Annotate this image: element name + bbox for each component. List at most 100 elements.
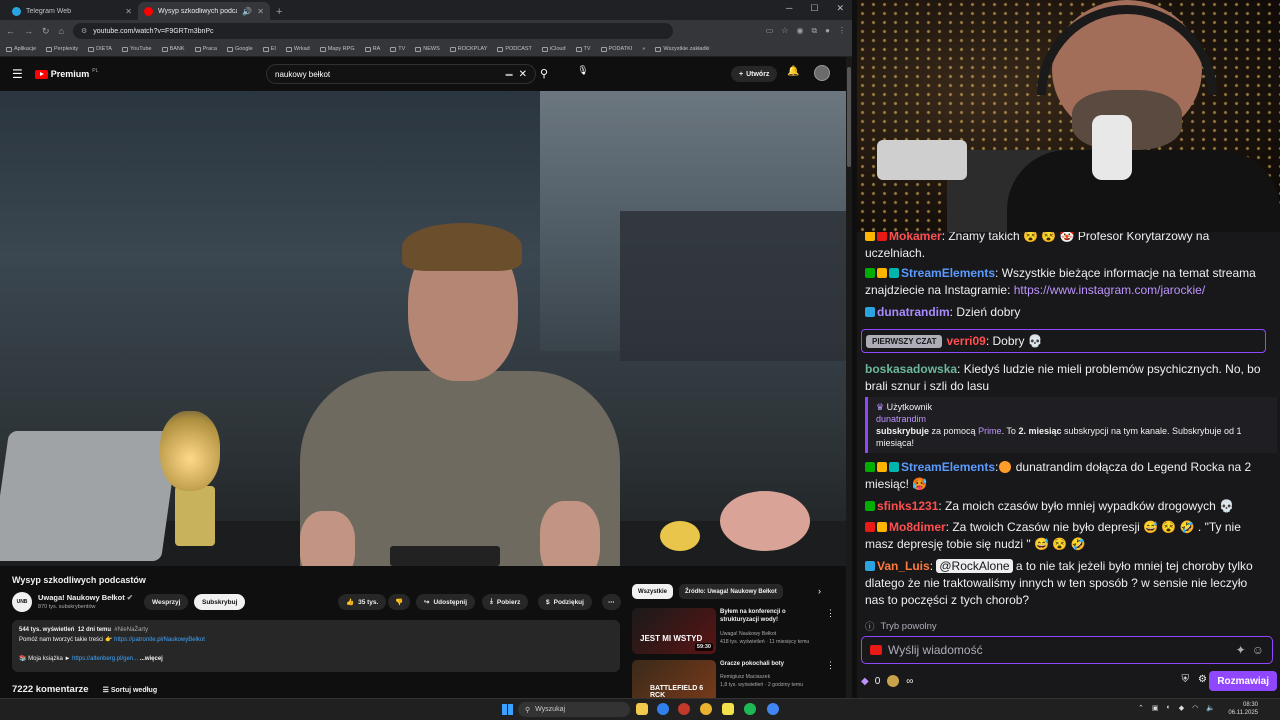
cast-icon[interactable]: ▭ bbox=[766, 26, 774, 36]
dislike-button[interactable]: 👎 bbox=[388, 594, 411, 610]
bookmark-item[interactable]: TV bbox=[390, 46, 405, 52]
forward-icon[interactable]: → bbox=[24, 26, 33, 36]
related-title[interactable]: Byłem na konferencji o strukturyzacji wo… bbox=[720, 608, 820, 624]
more-icon[interactable]: ⋮ bbox=[826, 660, 835, 671]
windows-start-icon[interactable] bbox=[502, 704, 513, 715]
video-player[interactable] bbox=[0, 91, 846, 566]
reload-icon[interactable]: ↻ bbox=[42, 26, 50, 37]
channel-points-icon[interactable]: ◆ bbox=[861, 676, 869, 687]
sort-button[interactable]: ☰ Sortuj według bbox=[103, 686, 158, 694]
channel-name[interactable]: Uwaga! Naukowy Bełkot ✔ bbox=[38, 593, 133, 602]
volume-icon[interactable]: 🔈 bbox=[1206, 704, 1215, 712]
clear-search-icon[interactable]: ✕ bbox=[519, 69, 527, 80]
show-more-button[interactable]: ...więcej bbox=[140, 656, 163, 662]
bookmark-item[interactable]: Praca bbox=[194, 46, 217, 52]
hashtag[interactable]: #NieNaŻarty bbox=[114, 627, 148, 633]
avatar[interactable] bbox=[814, 65, 830, 81]
bookmark-item[interactable]: NEWS bbox=[415, 46, 440, 52]
profile-icon[interactable]: ● bbox=[825, 26, 830, 36]
search-input[interactable]: naukowy bełkot ▬ ✕ bbox=[266, 64, 536, 84]
bookmark-item[interactable]: Perplexity bbox=[46, 46, 78, 52]
bookmark-item[interactable]: TV bbox=[575, 46, 591, 52]
search-icon[interactable]: ⚲ bbox=[540, 67, 548, 80]
chevron-up-icon[interactable]: ⌃ bbox=[1138, 704, 1144, 712]
new-tab-button[interactable]: + bbox=[270, 6, 288, 20]
speaker-icon[interactable]: 🔊 bbox=[242, 7, 252, 16]
gear-icon[interactable]: ⚙ bbox=[1198, 674, 1207, 685]
file-explorer-icon[interactable] bbox=[636, 703, 648, 715]
chip-source[interactable]: Źródło: Uwaga! Naukowy Bełkot bbox=[679, 584, 783, 599]
channel-avatar[interactable]: UNB bbox=[12, 592, 32, 612]
related-title[interactable]: Gracze pokochali boty bbox=[720, 660, 820, 668]
emote-picker-icon[interactable]: ☺ bbox=[1252, 643, 1264, 657]
description-box[interactable]: 544 tys. wyświetleń 12 dni temu #NieNaŻa… bbox=[12, 620, 620, 672]
bookmark-item[interactable]: Wrkad bbox=[285, 46, 310, 52]
opera-icon[interactable] bbox=[678, 703, 690, 715]
wifi-icon[interactable]: ◠ bbox=[1192, 704, 1198, 712]
bookmark-item[interactable]: BANK bbox=[161, 46, 185, 52]
subscribe-button[interactable]: Subskrybuj bbox=[194, 594, 246, 610]
youtube-logo[interactable]: Premium PL bbox=[34, 68, 98, 79]
chat-username[interactable]: Van_Luis bbox=[877, 559, 930, 573]
bookmark-item[interactable]: PODATKI bbox=[600, 46, 632, 52]
maximize-icon[interactable]: ☐ bbox=[810, 3, 818, 14]
chat-username[interactable]: Mokamer bbox=[889, 232, 942, 243]
bookmark-item[interactable]: iCloud bbox=[541, 46, 566, 52]
chat-link[interactable]: https://www.instagram.com/jarockie/ bbox=[1014, 283, 1205, 297]
chat-username[interactable]: verri09 bbox=[946, 334, 985, 348]
share-button[interactable]: ↪ Udostępnij bbox=[416, 594, 476, 610]
chat-username[interactable]: boskasadowska bbox=[865, 362, 957, 376]
menu-icon[interactable]: ⋮ bbox=[838, 26, 846, 36]
edge-icon[interactable] bbox=[657, 703, 669, 715]
hamburger-menu-icon[interactable]: ☰ bbox=[12, 67, 23, 81]
video-thumbnail[interactable]: JEST MI WSTYD 59:30 bbox=[632, 608, 716, 654]
spotify-icon[interactable] bbox=[744, 703, 756, 715]
download-button[interactable]: ⤓ Pobierz bbox=[482, 594, 529, 610]
bookmark-item[interactable]: ROCKPLAY bbox=[449, 46, 487, 52]
more-actions-button[interactable]: ⋯ bbox=[602, 594, 621, 610]
shield-icon[interactable]: ⛨ bbox=[1182, 674, 1190, 685]
bookmark-item[interactable]: YouTube bbox=[121, 46, 152, 52]
chrome-icon[interactable] bbox=[700, 703, 712, 715]
bookmark-item[interactable]: Mapy RPG bbox=[319, 46, 355, 52]
sub-notice-user[interactable]: dunatrandim bbox=[876, 413, 1269, 425]
notes-icon[interactable] bbox=[722, 703, 734, 715]
extension-icon[interactable]: ◉ bbox=[796, 26, 803, 36]
bookmark-item[interactable]: EI bbox=[262, 46, 276, 52]
prime-link[interactable]: Prime bbox=[978, 426, 1002, 436]
page-scrollbar[interactable] bbox=[846, 57, 852, 698]
clock[interactable]: 08:30 06.11.2025 bbox=[1228, 701, 1258, 717]
bookmark-item[interactable]: RA bbox=[364, 46, 380, 52]
chat-username[interactable]: StreamElements bbox=[901, 266, 995, 280]
related-video[interactable]: BATTLEFIELD 6 RCK Gracze pokochali boty … bbox=[632, 660, 842, 698]
more-icon[interactable]: ⋮ bbox=[826, 608, 835, 619]
scrollbar-thumb[interactable] bbox=[847, 67, 851, 167]
book-link[interactable]: https://altenberg.pl/gen... bbox=[72, 656, 138, 662]
tray-app-icon[interactable]: ▣ bbox=[1152, 704, 1159, 712]
patronite-link[interactable]: https://patronite.pl/NaukowyBelkot bbox=[114, 637, 205, 643]
tab-telegram[interactable]: Telegram Web ✕ bbox=[6, 2, 138, 20]
bookmark-item[interactable]: Aplikacje bbox=[6, 46, 36, 52]
chat-username[interactable]: StreamElements bbox=[901, 460, 995, 474]
puzzle-icon[interactable]: ⧉ bbox=[811, 26, 817, 36]
notifications-bell-icon[interactable]: 🔔 bbox=[787, 66, 799, 77]
sparkle-icon[interactable]: ✦ bbox=[1236, 643, 1246, 657]
bits-icon[interactable] bbox=[887, 675, 900, 687]
video-thumbnail[interactable]: BATTLEFIELD 6 RCK bbox=[632, 660, 716, 698]
chat-send-button[interactable]: Rozmawiaj bbox=[1209, 671, 1277, 691]
chrome-active-icon[interactable] bbox=[767, 703, 779, 715]
close-icon[interactable]: ✕ bbox=[125, 7, 132, 16]
keyboard-icon[interactable]: ▬ bbox=[506, 71, 513, 78]
related-video[interactable]: JEST MI WSTYD 59:30 Byłem na konferencji… bbox=[632, 608, 842, 656]
chevron-right-icon[interactable]: › bbox=[818, 586, 821, 596]
like-button[interactable]: 👍 35 tys. bbox=[338, 594, 387, 610]
site-info-icon[interactable]: ⚙ bbox=[81, 27, 87, 35]
chat-mention[interactable]: @RockAlone bbox=[936, 559, 1013, 573]
create-button[interactable]: + Utwórz bbox=[731, 66, 778, 82]
back-icon[interactable]: ← bbox=[6, 26, 15, 36]
tab-youtube[interactable]: Wysyp szkodliwych podcastów 🔊 ✕ bbox=[138, 2, 270, 20]
home-icon[interactable]: ⌂ bbox=[59, 26, 64, 36]
all-bookmarks[interactable]: Wszystkie zakładki bbox=[655, 46, 710, 52]
chat-username[interactable]: sfinks1231 bbox=[877, 499, 938, 513]
bookmark-item[interactable]: PODCAST bbox=[497, 46, 532, 52]
